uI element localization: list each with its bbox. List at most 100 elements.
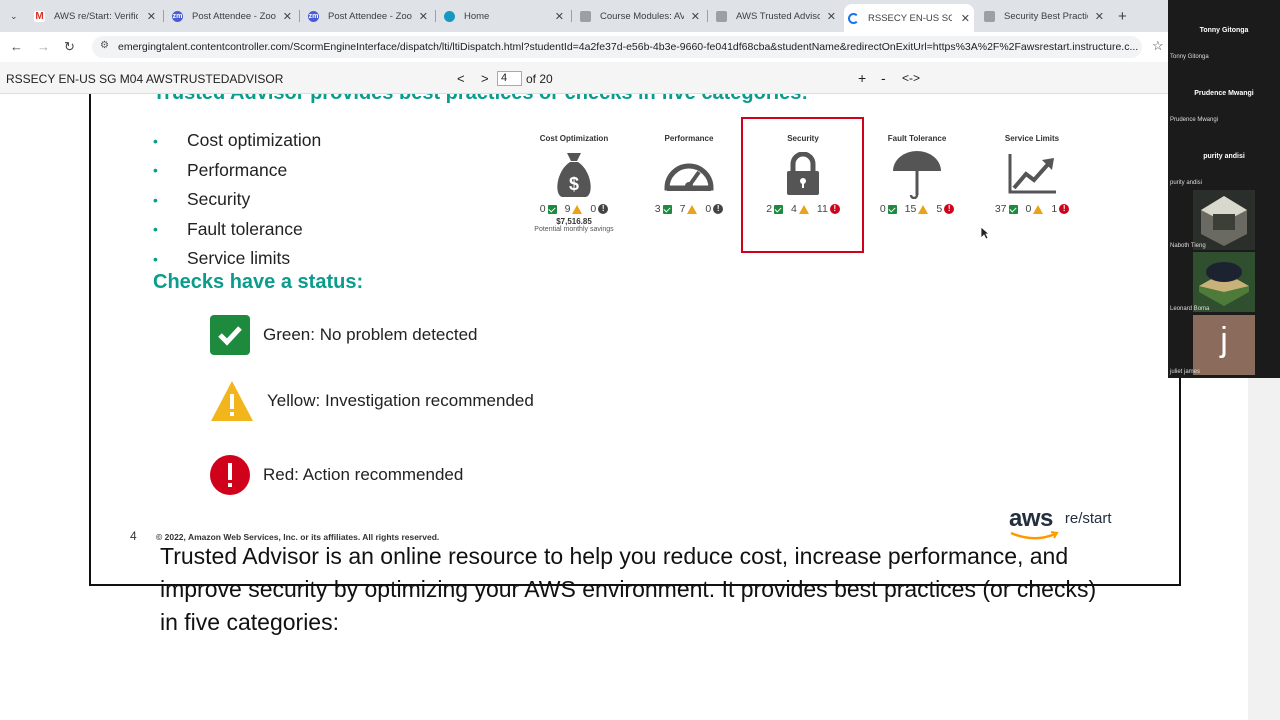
salesforce-icon xyxy=(444,10,455,22)
zoom-in-button[interactable]: + xyxy=(858,70,866,86)
canvas-icon xyxy=(716,10,727,22)
exclamation-icon: ! xyxy=(1059,204,1070,214)
participant-label: juliet james xyxy=(1170,369,1201,375)
document-viewer[interactable]: Trusted Advisor provides best practices … xyxy=(0,94,1248,720)
forward-icon[interactable]: → xyxy=(37,39,50,54)
next-page-button[interactable]: > xyxy=(481,71,489,86)
reload-icon[interactable]: ↻ xyxy=(64,39,75,55)
list-item: • Fault tolerance xyxy=(153,218,303,239)
plus-icon: + xyxy=(1118,7,1127,25)
participant-label: Prudence Mwangi xyxy=(1170,117,1219,123)
tab-rssecy-active[interactable]: RSSECY EN-US SG M✕ xyxy=(844,4,974,32)
status-red: Red: Action recommended xyxy=(209,454,463,496)
site-info-icon[interactable]: ⚙ xyxy=(100,40,109,51)
new-tab-button[interactable]: + xyxy=(1114,4,1138,28)
umbrella-icon xyxy=(862,149,972,199)
viewer-toolbar: RSSECY EN-US SG M04 AWSTRUSTEDADVISOR < … xyxy=(0,62,1168,94)
money-bag-icon: $ xyxy=(519,149,629,199)
loading-icon xyxy=(848,12,859,24)
tab-post-attendee-zoom-2[interactable]: zm Post Attendee - Zoo ✕ xyxy=(304,4,432,28)
tab-aws-trusted-advisor[interactable]: AWS Trusted Advisor ✕ xyxy=(712,4,840,28)
participant-label: Leonard Boma xyxy=(1170,306,1210,312)
tab-search-button[interactable]: ⌄ xyxy=(2,4,26,28)
slide-page: Trusted Advisor provides best practices … xyxy=(89,94,1181,586)
back-icon[interactable]: ← xyxy=(10,39,23,54)
category-bullet-list: • Cost optimization • Performance • Securit… xyxy=(153,126,321,274)
avatar-image-icon xyxy=(1201,196,1247,246)
warning-icon xyxy=(687,204,698,214)
tab-security-best-practices[interactable]: Security Best Practic ✕ xyxy=(980,4,1108,28)
slide-page-number: 4 xyxy=(130,529,137,543)
browser-tab-bar: ⌄ M AWS re/Start: Verific ✕ zm Post Atten… xyxy=(0,0,1168,32)
lock-icon xyxy=(748,149,858,199)
zoom-icon: zm xyxy=(308,10,319,22)
close-icon[interactable]: ✕ xyxy=(1095,10,1104,23)
list-item: • Cost optimization xyxy=(153,130,322,151)
chevron-down-icon: ⌄ xyxy=(10,10,18,21)
green-check-icon xyxy=(210,315,250,355)
bookmark-star-icon[interactable]: ☆ xyxy=(1152,38,1164,54)
check-icon xyxy=(1008,204,1018,214)
participant-video-leonard[interactable] xyxy=(1193,252,1255,312)
participant-name: Tonny Gitonga xyxy=(1199,27,1249,34)
prev-page-button[interactable]: < xyxy=(457,71,465,86)
participant-label: purity andisi xyxy=(1170,180,1203,186)
check-icon xyxy=(547,204,557,214)
category-cost-optimization: Cost Optimization $ 0 9 0! $7,516.85 Pot… xyxy=(519,134,629,233)
fit-width-button[interactable]: <-> xyxy=(902,71,920,85)
canvas-icon xyxy=(580,10,591,22)
warning-icon xyxy=(918,204,929,214)
document-title: RSSECY EN-US SG M04 AWSTRUSTEDADVISOR xyxy=(6,72,284,86)
speaker-notes: Trusted Advisor is an online resource to… xyxy=(160,543,1097,635)
list-item: • Service limits xyxy=(153,248,291,269)
tab-aws-restart-verification[interactable]: M AWS re/Start: Verific ✕ xyxy=(30,4,160,28)
close-icon[interactable]: ✕ xyxy=(691,10,700,23)
mouse-cursor-icon xyxy=(980,226,990,240)
close-icon[interactable]: ✕ xyxy=(419,10,428,23)
close-icon[interactable]: ✕ xyxy=(283,10,292,23)
tab-course-modules[interactable]: Course Modules: AV ✕ xyxy=(576,4,704,28)
close-icon[interactable]: ✕ xyxy=(147,10,156,23)
address-bar-row: ← → ↻ ⚙ emergingtalent.contentcontroller… xyxy=(0,32,1168,62)
category-service-limits: Service Limits 37 0 1! xyxy=(977,134,1087,215)
check-icon xyxy=(887,204,897,214)
tab-post-attendee-zoom-1[interactable]: zm Post Attendee - Zoo ✕ xyxy=(168,4,296,28)
exclamation-icon: ! xyxy=(944,204,955,214)
close-icon[interactable]: ✕ xyxy=(555,10,564,23)
warning-icon xyxy=(798,204,809,214)
list-item: • Security xyxy=(153,189,251,210)
yellow-warning-icon xyxy=(211,381,253,421)
exclamation-icon: ! xyxy=(713,204,724,214)
close-icon[interactable]: ✕ xyxy=(827,10,836,23)
category-fault-tolerance: Fault Tolerance 0 15 5! xyxy=(862,134,972,215)
exclamation-icon: ! xyxy=(598,204,609,214)
check-icon xyxy=(774,204,784,214)
participant-name: purity andisi xyxy=(1203,153,1245,160)
page-number-input[interactable]: 4 xyxy=(497,71,522,86)
status-green: Green: No problem detected xyxy=(209,314,478,356)
aws-restart-logo: aws re/start xyxy=(1009,507,1112,540)
category-security: Security 2 4 11! xyxy=(748,134,858,215)
page-total-label: of 20 xyxy=(526,72,553,86)
avatar-image-icon xyxy=(1199,262,1249,306)
participant-initial: j xyxy=(1220,321,1228,359)
warning-icon xyxy=(1033,204,1044,214)
participant-video-juliet[interactable]: j xyxy=(1193,315,1255,375)
url-field[interactable]: ⚙ emergingtalent.contentcontroller.com/S… xyxy=(92,36,1142,58)
speedometer-icon xyxy=(634,149,744,199)
tab-home[interactable]: Home ✕ xyxy=(440,4,568,28)
category-performance: Performance 3 7 0! xyxy=(634,134,744,215)
participant-label: Naboth Tieng xyxy=(1170,243,1206,249)
zoom-out-button[interactable]: - xyxy=(881,70,886,86)
list-item: • Performance xyxy=(153,159,288,180)
warning-icon xyxy=(572,204,583,214)
exclamation-icon: ! xyxy=(829,204,840,214)
status-heading: Checks have a status: xyxy=(153,271,364,293)
close-icon[interactable]: ✕ xyxy=(961,12,970,25)
canvas-icon xyxy=(984,10,995,22)
status-yellow: Yellow: Investigation recommended xyxy=(209,379,534,423)
participant-video-naboth[interactable] xyxy=(1193,190,1255,250)
participant-name: Prudence Mwangi xyxy=(1194,90,1254,97)
gmail-icon: M xyxy=(34,10,45,22)
zoom-icon: zm xyxy=(172,10,183,22)
